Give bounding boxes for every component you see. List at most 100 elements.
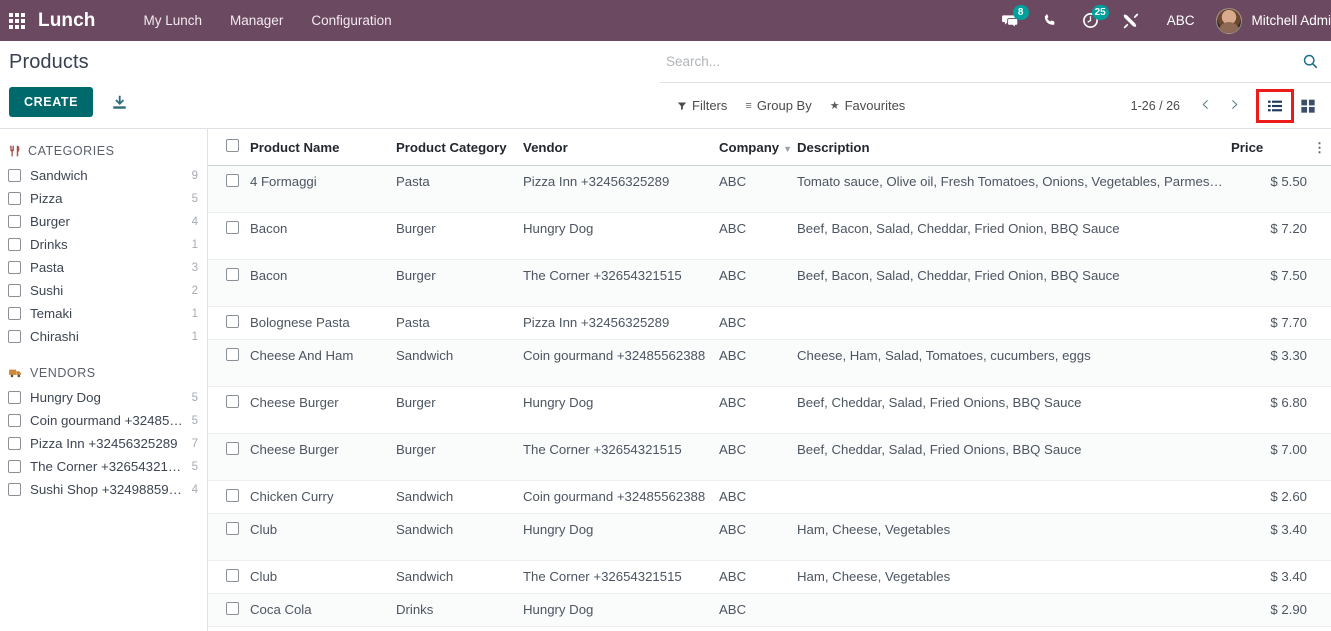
checkbox-icon[interactable] xyxy=(8,261,21,274)
import-button[interactable] xyxy=(111,94,128,111)
cell-description xyxy=(797,593,1231,627)
cell-product-category: Pasta xyxy=(396,165,523,213)
select-all-checkbox[interactable] xyxy=(226,139,239,152)
sidebar-item-count: 5 xyxy=(191,391,198,404)
sidebar-item-count: 1 xyxy=(191,307,198,320)
row-checkbox[interactable] xyxy=(226,348,239,361)
app-brand-lunch[interactable]: Lunch xyxy=(34,10,102,32)
checkbox-icon[interactable] xyxy=(8,460,21,473)
pager-next-button[interactable] xyxy=(1220,95,1249,117)
row-checkbox[interactable] xyxy=(226,221,239,234)
messages-button[interactable]: 8 xyxy=(990,0,1031,41)
row-checkbox[interactable] xyxy=(226,174,239,187)
pager-previous-button[interactable] xyxy=(1191,95,1220,117)
row-checkbox[interactable] xyxy=(226,522,239,535)
sidebar-item-burger[interactable]: Burger 4 xyxy=(0,210,207,233)
sidebar-item-pizza[interactable]: Pizza 5 xyxy=(0,187,207,210)
main-body: CATEGORIES Sandwich 9 Pizza 5 Burger 4 D… xyxy=(0,129,1331,631)
column-vendor[interactable]: Vendor xyxy=(523,129,719,166)
sidebar-item-coin-gourmand[interactable]: Coin gourmand +324855... 5 xyxy=(0,409,207,432)
sidebar-item-sandwich[interactable]: Sandwich 9 xyxy=(0,164,207,187)
sidebar-item-count: 5 xyxy=(191,414,198,427)
table-row[interactable]: Bolognese Pasta Pasta Pizza Inn +3245632… xyxy=(208,306,1331,340)
cell-product-category: Drinks xyxy=(396,593,523,627)
row-select-cell xyxy=(208,306,250,340)
column-options-button[interactable]: ⋮ xyxy=(1313,129,1331,166)
favourites-button[interactable]: ★ Favourites xyxy=(821,94,915,117)
checkbox-icon[interactable] xyxy=(8,307,21,320)
checkbox-icon[interactable] xyxy=(8,391,21,404)
checkbox-icon[interactable] xyxy=(8,437,21,450)
sidebar-item-temaki[interactable]: Temaki 1 xyxy=(0,302,207,325)
menu-item-manager[interactable]: Manager xyxy=(216,2,297,39)
sidebar-item-the-corner[interactable]: The Corner +326543215... 5 xyxy=(0,455,207,478)
tools-icon xyxy=(1123,13,1138,28)
cell-vendor: Hungry Dog xyxy=(523,212,719,260)
column-company[interactable]: Company ▼ xyxy=(719,129,797,166)
cell-vendor: Hungry Dog xyxy=(523,386,719,434)
column-product-name[interactable]: Product Name xyxy=(250,129,396,166)
sidebar-item-chirashi[interactable]: Chirashi 1 xyxy=(0,325,207,348)
checkbox-icon[interactable] xyxy=(8,169,21,182)
list-view-button[interactable] xyxy=(1256,88,1294,123)
cell-spacer xyxy=(1313,212,1331,260)
cell-company: ABC xyxy=(719,386,797,434)
table-row[interactable]: Bacon Burger Hungry Dog ABC Beef, Bacon,… xyxy=(208,212,1331,260)
table-row[interactable]: Coca Cola Drinks Hungry Dog ABC $ 2.90 xyxy=(208,593,1331,627)
sidebar-item-drinks[interactable]: Drinks 1 xyxy=(0,233,207,256)
group-by-button[interactable]: ≡ Group By xyxy=(736,94,820,117)
checkbox-icon[interactable] xyxy=(8,192,21,205)
sidebar-item-pasta[interactable]: Pasta 3 xyxy=(0,256,207,279)
page-title: Products xyxy=(9,51,89,73)
apps-menu-button[interactable] xyxy=(0,0,34,41)
column-price[interactable]: Price xyxy=(1231,129,1313,166)
row-checkbox[interactable] xyxy=(226,602,239,615)
table-row[interactable]: Cheese Burger Burger The Corner +3265432… xyxy=(208,433,1331,481)
row-checkbox[interactable] xyxy=(226,395,239,408)
user-menu[interactable]: Mitchell Admi xyxy=(1210,7,1331,34)
row-checkbox[interactable] xyxy=(226,315,239,328)
row-checkbox[interactable] xyxy=(226,569,239,582)
create-button[interactable]: CREATE xyxy=(9,87,94,117)
table-row[interactable]: 4 Formaggi Pasta Pizza Inn +32456325289 … xyxy=(208,165,1331,213)
sidebar-item-sushi-shop[interactable]: Sushi Shop +324988599... 4 xyxy=(0,478,207,501)
tools-button[interactable] xyxy=(1111,0,1151,41)
sidebar-item-count: 2 xyxy=(191,284,198,297)
checkbox-icon[interactable] xyxy=(8,215,21,228)
column-description[interactable]: Description xyxy=(797,129,1231,166)
checkbox-icon[interactable] xyxy=(8,483,21,496)
phone-button[interactable] xyxy=(1031,0,1070,41)
sidebar-item-count: 9 xyxy=(191,169,198,182)
checkbox-icon[interactable] xyxy=(8,414,21,427)
table-row[interactable]: Bacon Burger The Corner +32654321515 ABC… xyxy=(208,259,1331,307)
menu-item-configuration[interactable]: Configuration xyxy=(297,2,405,39)
table-row[interactable]: Club Sandwich The Corner +32654321515 AB… xyxy=(208,560,1331,594)
sidebar-item-pizza-inn[interactable]: Pizza Inn +32456325289 7 xyxy=(0,432,207,455)
column-product-category[interactable]: Product Category xyxy=(396,129,523,166)
company-switcher[interactable]: ABC xyxy=(1151,13,1211,28)
sidebar-item-count: 4 xyxy=(191,483,198,496)
search-button[interactable] xyxy=(1302,53,1319,75)
checkbox-icon[interactable] xyxy=(8,330,21,343)
activities-button[interactable]: 25 xyxy=(1070,0,1111,41)
table-row[interactable]: Chicken Curry Sandwich Coin gourmand +32… xyxy=(208,480,1331,514)
table-row[interactable]: Cheese Burger Burger Hungry Dog ABC Beef… xyxy=(208,386,1331,434)
checkbox-icon[interactable] xyxy=(8,238,21,251)
row-checkbox[interactable] xyxy=(226,489,239,502)
row-checkbox[interactable] xyxy=(226,442,239,455)
search-input[interactable] xyxy=(666,54,1325,69)
table-row[interactable]: Club Sandwich Hungry Dog ABC Ham, Cheese… xyxy=(208,513,1331,561)
table-row[interactable]: Cheese And Ham Sandwich Coin gourmand +3… xyxy=(208,339,1331,387)
column-options-icon: ⋮ xyxy=(1313,139,1326,155)
cell-company: ABC xyxy=(719,480,797,514)
sidebar-item-sushi[interactable]: Sushi 2 xyxy=(0,279,207,302)
row-checkbox[interactable] xyxy=(226,268,239,281)
cell-description: Ham, Cheese, Vegetables xyxy=(797,560,1231,594)
filters-button[interactable]: Filters xyxy=(668,94,736,117)
kanban-view-button[interactable] xyxy=(1293,94,1323,118)
cell-description xyxy=(797,480,1231,514)
menu-item-my-lunch[interactable]: My Lunch xyxy=(130,2,217,39)
row-select-cell xyxy=(208,513,250,561)
checkbox-icon[interactable] xyxy=(8,284,21,297)
sidebar-item-hungry-dog[interactable]: Hungry Dog 5 xyxy=(0,386,207,409)
